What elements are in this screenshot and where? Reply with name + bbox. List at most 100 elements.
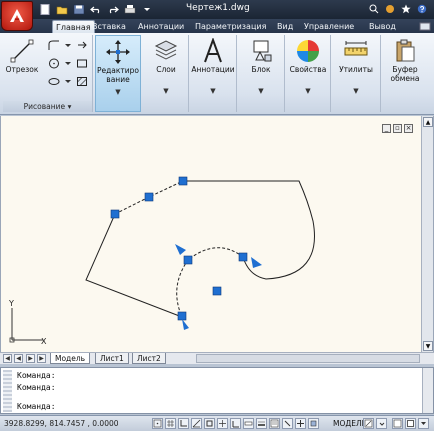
viewport-minimize-button[interactable]: _: [382, 124, 391, 133]
block-button[interactable]: Блок ▼: [237, 37, 285, 96]
tab-model[interactable]: Модель: [50, 353, 91, 364]
print-icon[interactable]: [123, 3, 136, 15]
arc-midpoint-grip[interactable]: [183, 255, 193, 265]
utilities-button[interactable]: Утилиты ▼: [331, 37, 381, 96]
layers-button[interactable]: Слои ▼: [143, 37, 189, 96]
tab-layout2[interactable]: Лист2: [132, 353, 166, 364]
rectangle-icon[interactable]: [75, 57, 89, 69]
command-line-window[interactable]: Команда: Команда: Команда:: [0, 367, 434, 414]
modify-panel[interactable]: Редактиро вание ▼: [95, 35, 141, 112]
drawing-area[interactable]: Y X _ ▫ × ▲ ▼: [0, 116, 434, 352]
modify-label-line1: Редактиро: [96, 66, 140, 75]
prev-layout-arrow-icon[interactable]: ◀: [14, 354, 23, 363]
application-menu-button[interactable]: [1, 1, 33, 31]
modify-button[interactable]: Редактиро вание ▼: [96, 38, 140, 97]
move-arrow-icon[interactable]: [75, 39, 89, 51]
properties-button[interactable]: Свойства ▼: [285, 37, 331, 96]
first-layout-arrow-icon[interactable]: ◀: [3, 354, 12, 363]
direction-grip-triangle[interactable]: [182, 319, 189, 330]
undo-icon[interactable]: [89, 3, 102, 15]
hatch-icon[interactable]: [75, 75, 89, 87]
horizontal-scrollbar[interactable]: [196, 354, 420, 363]
qat-dropdown-icon[interactable]: [140, 3, 153, 15]
direction-grip-triangle[interactable]: [175, 244, 186, 255]
grid-display-icon[interactable]: [165, 418, 176, 429]
command-prompt[interactable]: Команда:: [17, 402, 56, 411]
tab-manage[interactable]: Управление: [301, 20, 357, 33]
midpoint-grip[interactable]: [144, 192, 154, 202]
last-layout-arrow-icon[interactable]: ▶: [37, 354, 46, 363]
direction-grip-triangle[interactable]: [251, 257, 262, 268]
vertex-grip[interactable]: [110, 209, 120, 219]
communication-icon[interactable]: [383, 3, 396, 15]
favorites-star-icon[interactable]: [399, 3, 412, 15]
clipboard-panel: Буфер обмена: [381, 35, 431, 112]
polyline-dropdown-icon[interactable]: [61, 39, 75, 51]
workspace-switch-icon[interactable]: [405, 418, 416, 429]
vertex-grip[interactable]: [238, 252, 248, 262]
ellipse-icon[interactable]: [47, 75, 61, 87]
dynamic-ucs-icon[interactable]: [230, 418, 241, 429]
layers-label: Слои: [156, 65, 176, 74]
tool-button-icon[interactable]: [282, 418, 293, 429]
status-bar-menu-icon[interactable]: [418, 418, 429, 429]
save-icon[interactable]: [72, 3, 85, 15]
new-file-icon[interactable]: [38, 3, 51, 15]
quick-view-layouts-icon[interactable]: [363, 418, 374, 429]
tab-parametric[interactable]: Параметризация: [192, 20, 269, 33]
vertex-grip[interactable]: [177, 311, 187, 321]
ellipse-dropdown-icon[interactable]: [61, 75, 75, 87]
draw-panel-title[interactable]: Рисование ▾: [3, 101, 92, 112]
title-bar-tools: [367, 3, 428, 15]
circle-dropdown-icon[interactable]: [61, 57, 75, 69]
tool-button-icon[interactable]: [308, 418, 319, 429]
object-snap-tracking-icon[interactable]: [217, 418, 228, 429]
quick-properties-icon[interactable]: [269, 418, 280, 429]
vertex-grip[interactable]: [178, 176, 188, 186]
help-icon[interactable]: [415, 3, 428, 15]
polar-tracking-icon[interactable]: [191, 418, 202, 429]
viewport-restore-button[interactable]: ▫: [393, 124, 402, 133]
lineweight-icon[interactable]: [256, 418, 267, 429]
redo-icon[interactable]: [106, 3, 119, 15]
command-line-scrollbar[interactable]: [422, 368, 433, 413]
autocad-logo-icon: [10, 9, 24, 22]
drawing-canvas[interactable]: Y X: [1, 116, 422, 352]
block-dropdown-icon: ▼: [258, 87, 264, 95]
polyline-icon[interactable]: [47, 39, 61, 51]
ortho-mode-icon[interactable]: [178, 418, 189, 429]
center-grip[interactable]: [212, 286, 222, 296]
open-folder-icon[interactable]: [55, 3, 68, 15]
model-space-label[interactable]: МОДЕЛЬ: [333, 419, 367, 428]
dynamic-input-icon[interactable]: [243, 418, 254, 429]
line-tool-button[interactable]: Отрезок: [3, 37, 41, 74]
tab-layout1[interactable]: Лист1: [95, 353, 129, 364]
tab-annotate[interactable]: Аннотации: [135, 20, 187, 33]
tool-button-icon[interactable]: [295, 418, 306, 429]
layers-panel: Слои ▼: [143, 35, 189, 112]
snap-mode-icon[interactable]: [152, 418, 163, 429]
annotation-scale-icon[interactable]: [392, 418, 403, 429]
scroll-up-arrow-icon[interactable]: ▲: [423, 117, 433, 127]
circle-icon[interactable]: [47, 57, 61, 69]
properties-label: Свойства: [289, 65, 327, 74]
viewport-close-button[interactable]: ×: [404, 124, 413, 133]
object-snap-icon[interactable]: [204, 418, 215, 429]
viewport-controls: _ ▫ ×: [382, 124, 413, 133]
ribbon-minimize-icon[interactable]: [418, 20, 432, 32]
scroll-down-arrow-icon[interactable]: ▼: [423, 341, 433, 351]
vertical-scrollbar[interactable]: ▲ ▼: [421, 116, 433, 352]
polyline-solid-top-right: [183, 180, 315, 280]
tab-view[interactable]: Вид: [274, 20, 296, 33]
search-icon[interactable]: [367, 3, 380, 15]
next-layout-arrow-icon[interactable]: ▶: [26, 354, 35, 363]
utilities-label: Утилиты: [339, 65, 373, 74]
tab-insert[interactable]: Вставка: [89, 20, 129, 33]
quick-view-drawings-icon[interactable]: [376, 418, 387, 429]
command-line-grip[interactable]: [3, 370, 12, 412]
clipboard-button[interactable]: Буфер обмена: [381, 37, 429, 83]
annotations-button[interactable]: Аннотации ▼: [189, 37, 237, 96]
measure-ruler-icon: [342, 37, 370, 65]
command-history-line: Команда:: [17, 383, 56, 392]
tab-output[interactable]: Вывод: [366, 20, 399, 33]
